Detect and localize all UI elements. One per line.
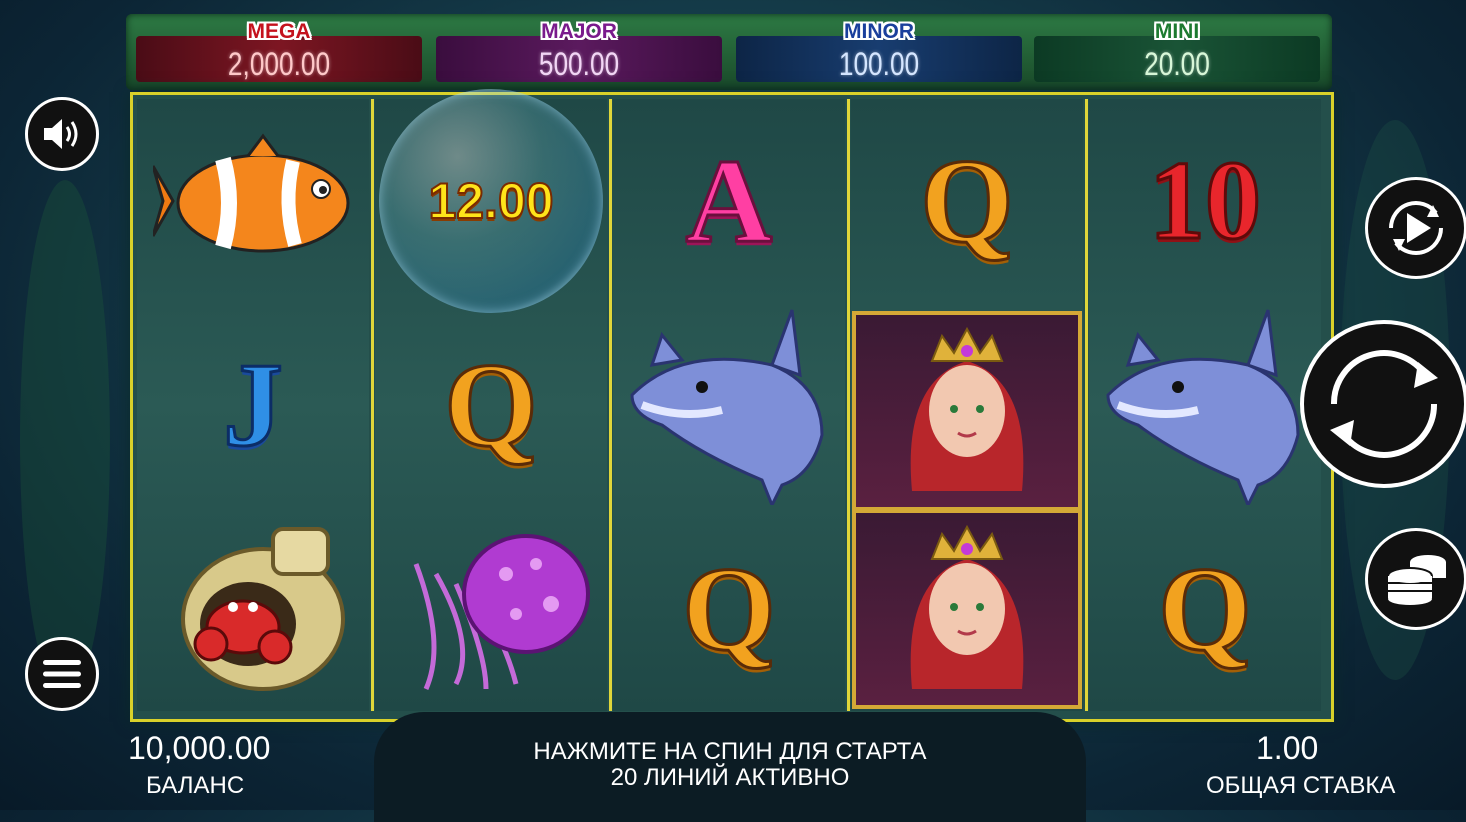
crab-vase-icon	[181, 527, 345, 691]
jackpot-panel: MEGA 2,000.00 MAJOR 500.00 MINOR 100.00 …	[126, 14, 1332, 90]
mermaid-queen-icon	[852, 311, 1082, 511]
q-symbol: Q	[375, 303, 607, 507]
q-symbol: Q	[613, 507, 845, 711]
q-symbol: Q	[1089, 507, 1321, 711]
jellyfish-icon	[413, 534, 590, 691]
reel-divider	[371, 99, 374, 711]
q-symbol: Q	[851, 99, 1083, 303]
autoplay-icon	[1389, 201, 1443, 255]
bubble-icon: 12.00	[379, 89, 603, 313]
jackpot-mini-label: MINI	[1154, 20, 1200, 43]
q-letter: Q	[443, 338, 539, 471]
ten-letter: 10	[1148, 139, 1263, 263]
ten-symbol: 10	[1089, 99, 1321, 303]
clownfish-icon	[153, 133, 350, 253]
reel-3: A Q	[613, 99, 845, 711]
dolphin-symbol	[613, 303, 845, 507]
jackpot-mega: MEGA 2,000.00	[136, 20, 422, 82]
reel-frame: J 12.00 Q A Q Q 10 Q	[130, 89, 1334, 722]
clownfish-symbol	[137, 99, 369, 303]
jackpot-mega-label: MEGA	[247, 20, 311, 43]
jackpot-minor-label: MINOR	[844, 20, 914, 43]
jackpot-minor-value: 100.00	[838, 46, 920, 82]
speaker-icon	[44, 119, 78, 149]
q-letter: Q	[919, 134, 1015, 267]
menu-button[interactable]	[25, 637, 99, 711]
jackpot-major: MAJOR 500.00	[436, 20, 722, 82]
dolphin-icon	[629, 309, 824, 505]
jackpot-major-value: 500.00	[538, 46, 620, 82]
bubble-prize-symbol: 12.00	[375, 89, 607, 313]
dolphin-symbol	[1089, 303, 1321, 507]
reel-divider	[609, 99, 612, 711]
bubble-prize-value: 12.00	[427, 172, 554, 230]
mermaid-queen-symbol	[851, 309, 1083, 513]
jackpot-mini-value: 20.00	[1144, 46, 1210, 82]
jackpot-minor: MINOR 100.00	[736, 20, 1022, 82]
bet-value: 1.00	[1256, 730, 1319, 766]
j-symbol: J	[137, 303, 369, 507]
q-letter: Q	[1157, 542, 1253, 675]
balance-label: БАЛАНС	[146, 772, 245, 799]
mermaid-queen-symbol	[851, 507, 1083, 711]
jackpot-mega-value: 2,000.00	[227, 46, 331, 82]
reel-4: Q	[851, 99, 1083, 711]
status-line-2: 20 ЛИНИЙ АКТИВНО	[610, 764, 850, 791]
bet-button[interactable]	[1365, 528, 1466, 630]
a-letter: A	[684, 134, 774, 267]
spin-icon	[1330, 350, 1438, 458]
sound-button[interactable]	[25, 97, 99, 171]
j-letter: J	[222, 338, 285, 471]
jackpot-major-label: MAJOR	[541, 20, 617, 43]
jellyfish-symbol	[375, 507, 607, 711]
spin-button[interactable]	[1300, 320, 1466, 488]
reel-2: 12.00 Q	[375, 89, 607, 711]
a-symbol: A	[613, 99, 845, 303]
jackpot-mini: MINI 20.00	[1034, 20, 1320, 82]
balance-value: 10,000.00	[128, 730, 271, 766]
autoplay-button[interactable]	[1365, 177, 1466, 279]
background-seaweed	[20, 180, 110, 700]
q-letter: Q	[681, 542, 777, 675]
reel-5: 10 Q	[1089, 99, 1321, 711]
dolphin-icon	[1105, 309, 1300, 505]
coins-icon	[1387, 555, 1446, 605]
mermaid-queen-icon	[852, 509, 1082, 709]
status-line-1: НАЖМИТЕ НА СПИН ДЛЯ СТАРТА	[533, 738, 927, 765]
reel-divider	[1085, 99, 1088, 711]
reel-1: J	[137, 99, 369, 711]
bet-label: ОБЩАЯ СТАВКА	[1206, 772, 1396, 799]
reel-divider	[847, 99, 850, 711]
hamburger-icon	[43, 660, 81, 688]
crab-vase-symbol	[137, 507, 369, 711]
